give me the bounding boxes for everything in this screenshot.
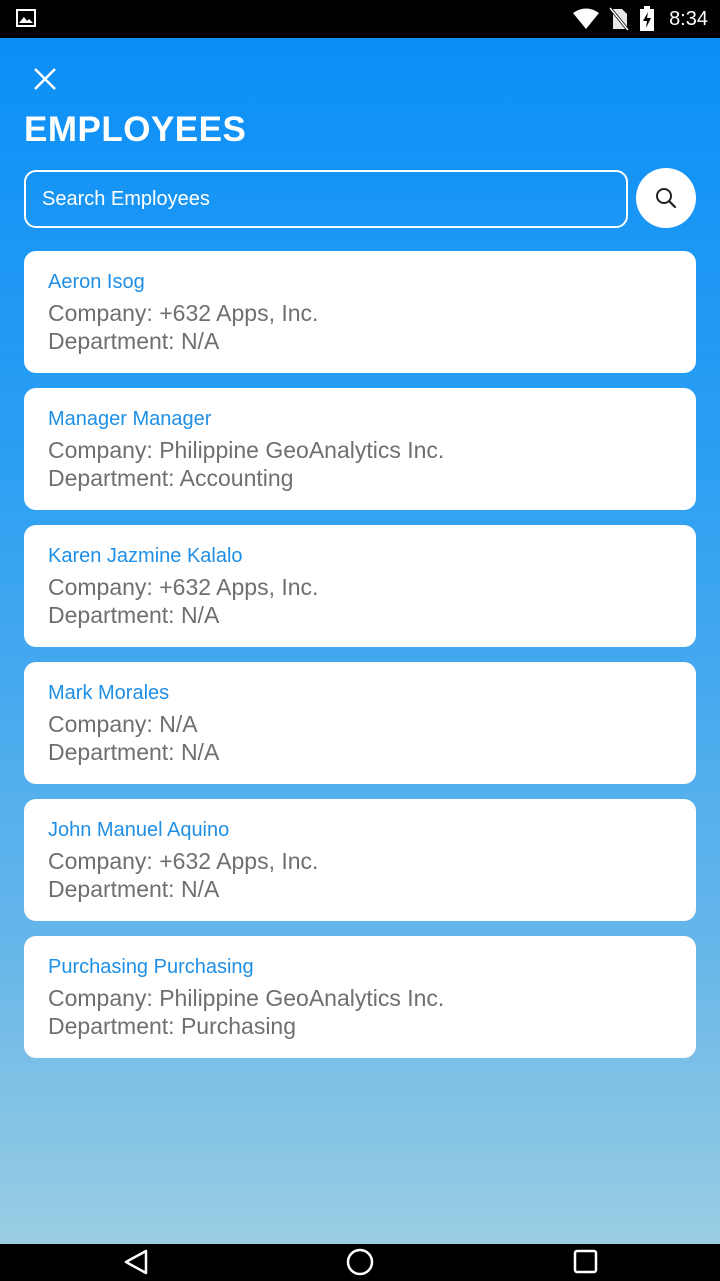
employee-card[interactable]: John Manuel Aquino Company: +632 Apps, I… — [24, 799, 696, 921]
status-bar: 8:34 — [0, 0, 720, 38]
close-button[interactable] — [26, 60, 64, 98]
employee-department: Department: Purchasing — [48, 1013, 297, 1039]
employee-department: Department: N/A — [48, 876, 220, 902]
employee-card[interactable]: Purchasing Purchasing Company: Philippin… — [24, 936, 696, 1058]
employee-company: Company: +632 Apps, Inc. — [48, 574, 319, 600]
employee-company: Company: +632 Apps, Inc. — [48, 848, 319, 874]
employee-company: Company: Philippine GeoAnalytics Inc. — [48, 437, 445, 463]
search-button[interactable] — [636, 168, 696, 228]
employee-department: Department: N/A — [48, 602, 220, 628]
employee-department: Department: N/A — [48, 739, 220, 765]
close-icon — [34, 68, 56, 90]
employees-screen: EMPLOYEES Aeron Isog Company: +632 Apps,… — [0, 38, 720, 1244]
employee-name: Purchasing Purchasing — [48, 956, 254, 978]
employee-card[interactable]: Mark Morales Company: N/A Department: N/… — [24, 662, 696, 784]
home-button[interactable] — [345, 1248, 375, 1276]
employee-name: Manager Manager — [48, 408, 212, 430]
back-triangle-icon — [124, 1249, 148, 1275]
battery-charging-icon — [640, 6, 655, 31]
employee-department: Department: Accounting — [48, 465, 294, 491]
employee-card[interactable]: Aeron Isog Company: +632 Apps, Inc. Depa… — [24, 251, 696, 373]
wifi-icon — [573, 8, 600, 29]
search-input[interactable] — [24, 170, 628, 228]
navigation-bar — [0, 1244, 720, 1280]
recents-button[interactable] — [570, 1248, 600, 1276]
employee-name: John Manuel Aquino — [48, 819, 230, 841]
employee-card[interactable]: Manager Manager Company: Philippine GeoA… — [24, 388, 696, 510]
employee-name: Mark Morales — [48, 682, 170, 704]
recents-square-icon — [573, 1249, 598, 1274]
clock: 8:34 — [669, 7, 708, 30]
employee-company: Company: Philippine GeoAnalytics Inc. — [48, 985, 445, 1011]
employee-department: Department: N/A — [48, 328, 220, 354]
employee-card[interactable]: Karen Jazmine Kalalo Company: +632 Apps,… — [24, 525, 696, 647]
employee-company: Company: N/A — [48, 711, 198, 737]
search-icon — [656, 188, 677, 209]
employee-list: Aeron Isog Company: +632 Apps, Inc. Depa… — [24, 251, 696, 1073]
page-title: EMPLOYEES — [24, 110, 247, 149]
image-notification-icon — [16, 9, 36, 27]
home-circle-icon — [346, 1248, 374, 1276]
employee-name: Aeron Isog — [48, 271, 145, 293]
back-button[interactable] — [121, 1248, 151, 1276]
employee-name: Karen Jazmine Kalalo — [48, 545, 243, 567]
no-sim-icon — [609, 7, 630, 31]
employee-company: Company: +632 Apps, Inc. — [48, 300, 319, 326]
